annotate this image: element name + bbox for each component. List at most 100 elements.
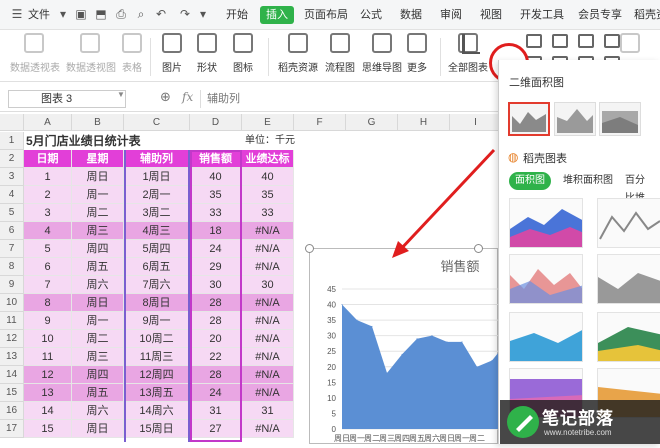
table-cell[interactable]: 周三: [72, 222, 124, 240]
table-cell[interactable]: 24: [190, 240, 242, 258]
stacked-area-thumb[interactable]: [554, 102, 596, 136]
table-cell[interactable]: 9周一: [124, 312, 190, 330]
name-box[interactable]: 图表 3: [8, 90, 126, 108]
column-chart-icon[interactable]: [526, 34, 542, 48]
area-chart-thumb[interactable]: [508, 102, 550, 136]
table-cell[interactable]: 7周六: [124, 276, 190, 294]
column-header[interactable]: F: [294, 114, 346, 131]
tab-1[interactable]: 插入: [260, 6, 294, 24]
column-header[interactable]: B: [72, 114, 124, 131]
more-chevron-icon[interactable]: ▾: [196, 7, 210, 21]
row-header[interactable]: 5: [0, 204, 24, 222]
table-cell[interactable]: 20: [190, 330, 242, 348]
table-cell[interactable]: #N/A: [242, 240, 294, 258]
table-cell[interactable]: 33: [242, 204, 294, 222]
column-header[interactable]: C: [124, 114, 190, 131]
table-cell[interactable]: #N/A: [242, 222, 294, 240]
line-chart-icon[interactable]: [552, 34, 568, 48]
tab-0[interactable]: 开始: [224, 6, 250, 24]
table-cell[interactable]: 周三: [72, 348, 124, 366]
table-cell[interactable]: 22: [190, 348, 242, 366]
row-header[interactable]: 14: [0, 366, 24, 384]
table-cell[interactable]: 8周日: [124, 294, 190, 312]
ribbon-button-6[interactable]: 稻壳资源: [278, 33, 318, 74]
column-header[interactable]: I: [450, 114, 498, 131]
table-cell[interactable]: #N/A: [242, 366, 294, 384]
row-header[interactable]: 1: [0, 132, 24, 150]
table-cell[interactable]: 周五: [72, 258, 124, 276]
table-cell[interactable]: 10: [24, 330, 72, 348]
table-cell[interactable]: 35: [242, 186, 294, 204]
header-cell[interactable]: 业绩达标: [242, 150, 294, 168]
area-chart-svg[interactable]: 销售额051015202530354045周日 周一 周二 周三 周四 周五 周六 周日 周一周…: [310, 249, 553, 445]
template-card[interactable]: [509, 312, 583, 362]
table-cell[interactable]: #N/A: [242, 294, 294, 312]
table-cell[interactable]: 28: [190, 312, 242, 330]
table-cell[interactable]: 28: [190, 294, 242, 312]
formula-input[interactable]: 辅助列: [200, 90, 496, 108]
table-cell[interactable]: 3周二: [124, 204, 190, 222]
tab-7[interactable]: 开发工具: [518, 6, 566, 24]
row-header[interactable]: 3: [0, 168, 24, 186]
sheet-title[interactable]: 5月门店业绩日统计表: [26, 132, 141, 150]
tab-8[interactable]: 会员专享: [576, 6, 624, 24]
table-cell[interactable]: 周二: [72, 204, 124, 222]
ribbon-button-5[interactable]: 图标: [228, 33, 258, 74]
table-cell[interactable]: 5周四: [124, 240, 190, 258]
table-cell[interactable]: 周二: [72, 330, 124, 348]
table-cell[interactable]: 18: [190, 222, 242, 240]
table-cell[interactable]: 14周六: [124, 402, 190, 420]
table-cell[interactable]: 5: [24, 240, 72, 258]
row-header[interactable]: 7: [0, 240, 24, 258]
tab-9[interactable]: 稻壳资: [632, 6, 660, 24]
table-cell[interactable]: 8: [24, 294, 72, 312]
table-cell[interactable]: #N/A: [242, 348, 294, 366]
table-cell[interactable]: 10周二: [124, 330, 190, 348]
file-menu[interactable]: 文件: [26, 6, 52, 24]
table-cell[interactable]: 周日: [72, 420, 124, 438]
export-icon[interactable]: ⬒: [94, 7, 108, 21]
table-cell[interactable]: 周一: [72, 312, 124, 330]
table-cell[interactable]: 35: [190, 186, 242, 204]
column-header[interactable]: D: [190, 114, 242, 131]
undo-icon[interactable]: ↶: [154, 7, 168, 21]
row-header[interactable]: 12: [0, 330, 24, 348]
column-header[interactable]: A: [24, 114, 72, 131]
ribbon-button-8[interactable]: 思维导图: [362, 33, 402, 74]
select-all-corner[interactable]: [0, 114, 24, 131]
table-cell[interactable]: #N/A: [242, 420, 294, 438]
table-cell[interactable]: 2: [24, 186, 72, 204]
table-cell[interactable]: 30: [190, 276, 242, 294]
save-icon[interactable]: ▣: [74, 7, 88, 21]
radar-chart-icon[interactable]: [578, 34, 594, 48]
table-cell[interactable]: 2周一: [124, 186, 190, 204]
row-header[interactable]: 9: [0, 276, 24, 294]
embedded-chart[interactable]: 销售额 0 5 10 15 20 25 30 35 40 45 周日 周一 周二 周三 周四 周五 周六 周日 周一周…: [309, 248, 553, 445]
percent-area-thumb[interactable]: [599, 102, 641, 136]
table-cell[interactable]: 14: [24, 402, 72, 420]
table-cell[interactable]: 3: [24, 204, 72, 222]
template-card[interactable]: [597, 254, 660, 304]
print-preview-icon[interactable]: ⌕: [134, 7, 148, 21]
tab-6[interactable]: 视图: [478, 6, 504, 24]
ribbon-button-1[interactable]: 数据透视图: [66, 33, 116, 74]
table-cell[interactable]: 6: [24, 258, 72, 276]
table-cell[interactable]: 周四: [72, 366, 124, 384]
table-cell[interactable]: 29: [190, 258, 242, 276]
table-cell[interactable]: 40: [242, 168, 294, 186]
table-cell[interactable]: 1: [24, 168, 72, 186]
zoom-icon[interactable]: ⊕: [160, 89, 171, 105]
table-cell[interactable]: #N/A: [242, 312, 294, 330]
ribbon-button-0[interactable]: 数据透视表: [10, 33, 60, 74]
ribbon-button-2[interactable]: 表格: [118, 33, 146, 74]
table-cell[interactable]: 13周五: [124, 384, 190, 402]
table-cell[interactable]: 周六: [72, 402, 124, 420]
chart-pane-tab-0[interactable]: 面积图: [509, 172, 551, 190]
table-cell[interactable]: 15: [24, 420, 72, 438]
template-card[interactable]: [509, 198, 583, 248]
table-cell[interactable]: 周五: [72, 384, 124, 402]
table-cell[interactable]: 周日: [72, 168, 124, 186]
table-cell[interactable]: 9: [24, 312, 72, 330]
table-cell[interactable]: 1周日: [124, 168, 190, 186]
column-header[interactable]: G: [346, 114, 398, 131]
